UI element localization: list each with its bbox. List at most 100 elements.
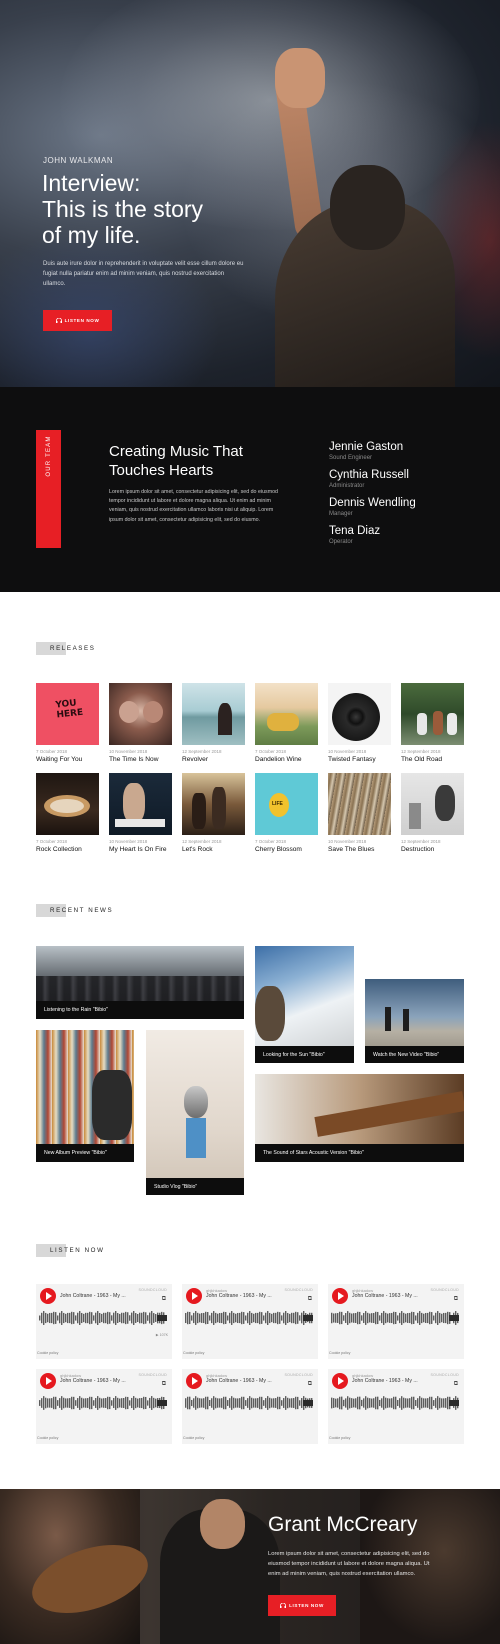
release-cover-text: YOU HERE (55, 698, 84, 721)
player-track-title[interactable]: John Coltrane - 1963 - My ... (206, 1378, 272, 1384)
release-title[interactable]: Save The Blues (328, 845, 391, 854)
cookie-policy-link[interactable]: Cookie policy (183, 1351, 204, 1355)
releases-heading-label: RELEASES (50, 645, 96, 652)
cookie-policy-link[interactable]: Cookie policy (329, 1351, 350, 1355)
player-waveform[interactable] (185, 1309, 313, 1327)
release-card[interactable]: 10 November 2018 My Heart Is On Fire (109, 773, 172, 854)
release-title[interactable]: Revolver (182, 755, 245, 764)
soundcloud-icon[interactable]: SOUNDCLOUD (284, 1288, 313, 1292)
release-card[interactable]: 12 September 2018 Let's Rock (182, 773, 245, 854)
play-icon[interactable] (186, 1288, 202, 1304)
release-card[interactable]: 12 September 2018 Destruction (401, 773, 464, 854)
soundcloud-icon[interactable]: SOUNDCLOUD (138, 1373, 167, 1377)
listen-heading-label: LISTEN NOW (50, 1247, 105, 1254)
soundcloud-player[interactable]: ghjkhkadow John Coltrane - 1963 - My ... S… (182, 1284, 318, 1359)
news-card[interactable]: Looking for the Sun "Bibio" (255, 946, 354, 1063)
hero-listen-now-button[interactable]: LISTEN NOW (43, 310, 112, 331)
release-cover-text: LIFE (272, 801, 283, 807)
player-track-title[interactable]: John Coltrane - 1963 - My ... (352, 1293, 418, 1299)
player-waveform[interactable] (39, 1394, 167, 1412)
release-title[interactable]: The Time Is Now (109, 755, 172, 764)
player-provider: SOUNDCLOUD (430, 1288, 459, 1292)
release-card[interactable]: 10 November 2018 Twisted Fantasy (328, 683, 391, 764)
team-title: Creating Music That Touches Hearts (109, 442, 289, 480)
release-card[interactable]: 7 October 2018 Dandelion Wine (255, 683, 318, 764)
release-card[interactable]: 10 November 2018 Save The Blues (328, 773, 391, 854)
soundcloud-player[interactable]: ghjkhkadow John Coltrane - 1963 - My ... S… (182, 1369, 318, 1444)
team-member: Dennis Wendling Manager (329, 496, 479, 519)
artist-listen-now-button[interactable]: LISTEN NOW (268, 1595, 336, 1616)
soundcloud-player[interactable]: ghjkhkadow John Coltrane - 1963 - My ... S… (328, 1284, 464, 1359)
release-card[interactable]: 10 November 2018 The Time Is Now (109, 683, 172, 764)
play-icon[interactable] (40, 1288, 56, 1304)
player-waveform[interactable] (331, 1394, 459, 1412)
news-heading: RECENT NEWS (36, 904, 113, 917)
player-track-title[interactable]: John Coltrane - 1963 - My ... (206, 1293, 272, 1299)
news-card[interactable]: The Sound of Stars Acoustic Version "Bib… (255, 1074, 464, 1162)
release-cover (401, 683, 464, 745)
release-title[interactable]: Twisted Fantasy (328, 755, 391, 764)
share-icon[interactable]: ⧉ (308, 1296, 312, 1303)
share-icon[interactable]: ⧉ (308, 1381, 312, 1388)
headphones-icon (55, 318, 62, 323)
release-title[interactable]: Rock Collection (36, 845, 99, 854)
release-title[interactable]: My Heart Is On Fire (109, 845, 172, 854)
play-icon[interactable] (332, 1373, 348, 1389)
soundcloud-icon[interactable]: SOUNDCLOUD (430, 1373, 459, 1377)
release-cover: LIFE (255, 773, 318, 835)
player-waveform[interactable] (331, 1309, 459, 1327)
cookie-policy-link[interactable]: Cookie policy (329, 1436, 350, 1440)
news-card[interactable]: Watch the New Video "Bibio" (365, 979, 464, 1063)
artist-description: Lorem ipsum dolor sit amet, consectetur … (268, 1551, 430, 1577)
member-name: Jennie Gaston (329, 441, 404, 453)
play-icon[interactable] (332, 1288, 348, 1304)
team-member: Tena Diaz Operator (329, 524, 479, 547)
release-cover: YOU HERE (36, 683, 99, 745)
team-title-line: Creating Music That (109, 443, 243, 460)
headphones-icon (280, 1603, 287, 1608)
play-icon[interactable] (40, 1373, 56, 1389)
soundcloud-player[interactable]: John Coltrane - 1963 - My ... SOUNDCLOUD ⧉… (36, 1284, 172, 1359)
release-title[interactable]: Waiting For You (36, 755, 99, 764)
team-member: Cynthia Russell Administrator (329, 468, 479, 491)
player-track-title[interactable]: John Coltrane - 1963 - My ... (352, 1378, 418, 1384)
player-waveform[interactable] (185, 1394, 313, 1412)
share-icon[interactable]: ⧉ (162, 1296, 166, 1303)
soundcloud-icon[interactable]: SOUNDCLOUD (284, 1373, 313, 1377)
release-title[interactable]: Dandelion Wine (255, 755, 318, 764)
hero-section: JOHN WALKMAN Interview: This is the stor… (0, 0, 500, 387)
cookie-policy-link[interactable]: Cookie policy (37, 1436, 58, 1440)
cookie-policy-link[interactable]: Cookie policy (183, 1436, 204, 1440)
release-card[interactable]: YOU HERE 7 October 2018 Waiting For You (36, 683, 99, 764)
soundcloud-player[interactable]: ghjkhkadow John Coltrane - 1963 - My ... S… (36, 1369, 172, 1444)
player-play-count: ▶ 107K (155, 1333, 168, 1337)
release-card[interactable]: 12 September 2018 Revolver (182, 683, 245, 764)
artist-name: Grant McCreary (268, 1513, 418, 1536)
player-waveform[interactable] (39, 1309, 167, 1327)
player-provider: SOUNDCLOUD (284, 1373, 313, 1377)
release-card[interactable]: 12 September 2018 The Old Road (401, 683, 464, 764)
soundcloud-icon[interactable]: SOUNDCLOUD (138, 1288, 167, 1292)
play-icon[interactable] (186, 1373, 202, 1389)
release-title[interactable]: Destruction (401, 845, 464, 854)
release-title[interactable]: The Old Road (401, 755, 464, 764)
member-name: Dennis Wendling (329, 497, 416, 509)
share-icon[interactable]: ⧉ (454, 1381, 458, 1388)
news-card[interactable]: Studio Vlog "Bibio" (146, 1030, 244, 1195)
soundcloud-icon[interactable]: SOUNDCLOUD (430, 1288, 459, 1292)
news-card[interactable]: New Album Preview "Bibio" (36, 1030, 134, 1162)
soundcloud-player[interactable]: ghjkhkadow John Coltrane - 1963 - My ... S… (328, 1369, 464, 1444)
release-title[interactable]: Cherry Blossom (255, 845, 318, 854)
release-card[interactable]: LIFE 7 October 2018 Cherry Blossom (255, 773, 318, 854)
release-cover (328, 683, 391, 745)
release-card[interactable]: 7 October 2018 Rock Collection (36, 773, 99, 854)
news-card[interactable]: Listening to the Rain "Bibio" (36, 946, 244, 1019)
share-icon[interactable]: ⧉ (162, 1381, 166, 1388)
release-title[interactable]: Let's Rock (182, 845, 245, 854)
cookie-policy-link[interactable]: Cookie policy (37, 1351, 58, 1355)
player-track-title[interactable]: John Coltrane - 1963 - My ... (60, 1293, 126, 1299)
team-title-line: Touches Hearts (109, 462, 214, 479)
share-icon[interactable]: ⧉ (454, 1296, 458, 1303)
release-cover (36, 773, 99, 835)
player-track-title[interactable]: John Coltrane - 1963 - My ... (60, 1378, 126, 1384)
